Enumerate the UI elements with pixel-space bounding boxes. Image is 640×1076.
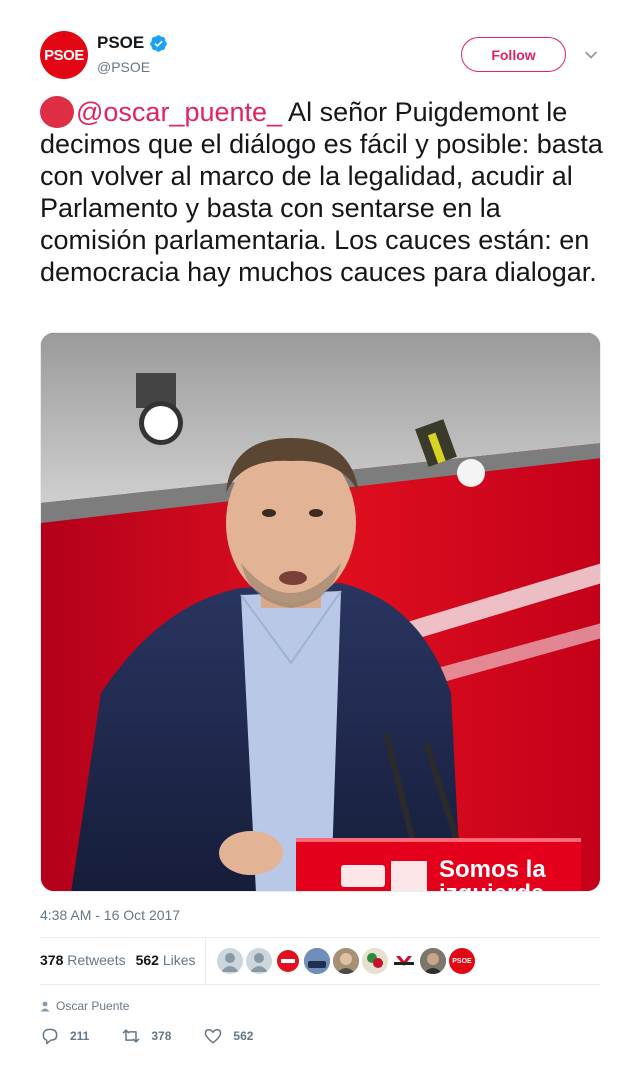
reply-count: 211 [70,1029,90,1043]
liker-avatar[interactable] [246,948,272,974]
follow-button[interactable]: Follow [461,37,566,72]
retweet-action[interactable]: 378 [121,1026,171,1046]
person-photo-icon [333,948,359,974]
heart-icon [205,1029,222,1044]
tweet-photo[interactable]: Somos la izquierda [40,332,601,892]
tweet-actions: 211 378 562 [40,1026,285,1046]
liker-avatar[interactable] [217,948,243,974]
tweet-text: @oscar_puente_ Al señor Puigdemont le de… [40,96,610,288]
podium-text-line1: Somos la [439,856,546,883]
stats-separator [205,938,206,984]
mention-link[interactable]: @oscar_puente_ [76,97,282,127]
retweets-count: 378 [40,952,64,968]
author-name-row[interactable]: PSOE [97,33,168,53]
red-circle-emoji-icon [40,96,76,128]
verified-badge-icon [150,34,168,52]
divider-top [40,937,600,938]
chevron-down-icon[interactable] [584,48,598,62]
no-entry-icon [277,950,299,972]
default-user-icon [221,953,239,972]
author-handle[interactable]: @PSOE [97,59,150,75]
reply-icon [42,1028,58,1045]
engagement-stats: 378 Retweets 562 Likes [40,952,196,968]
person-photo-icon [420,948,446,974]
like-count: 562 [233,1029,254,1043]
retweets-label: Retweets [67,952,126,968]
psoe-liker-logo: PSOE [452,957,472,965]
liker-avatar[interactable] [304,948,330,974]
default-user-icon [250,953,268,972]
liker-avatar[interactable] [420,948,446,974]
liker-avatar[interactable] [362,948,388,974]
likes-label: Likes [162,952,196,968]
liker-avatar[interactable] [333,948,359,974]
avatar-logo-text: PSOE [44,46,84,64]
likes-stat[interactable]: 562 Likes [136,952,196,968]
photo-credit[interactable]: Oscar Puente [40,999,129,1013]
flower-photo-icon [362,948,388,974]
author-display-name[interactable]: PSOE [97,33,144,53]
person-icon [40,1001,50,1011]
author-avatar[interactable]: PSOE [40,31,88,79]
retweet-icon [123,1029,140,1043]
liker-avatar-psoe[interactable]: PSOE [449,948,475,974]
liker-avatar[interactable] [391,948,417,974]
likes-count: 562 [135,952,159,968]
liker-avatars: PSOE [217,948,475,974]
podium-text-line2: izquierda [439,880,545,892]
car-photo-icon [304,948,330,974]
reply-action[interactable]: 211 [40,1026,89,1046]
retweets-stat[interactable]: 378 Retweets [40,952,126,968]
credit-name: Oscar Puente [56,999,130,1013]
logo-photo-icon [394,956,414,966]
photo-illustration: Somos la izquierda [41,333,600,892]
like-action[interactable]: 562 [203,1026,253,1046]
liker-avatar[interactable] [275,948,301,974]
divider-bottom [40,984,600,985]
tweet-timestamp[interactable]: 4:38 AM - 16 Oct 2017 [40,907,180,923]
retweet-count: 378 [151,1029,172,1043]
